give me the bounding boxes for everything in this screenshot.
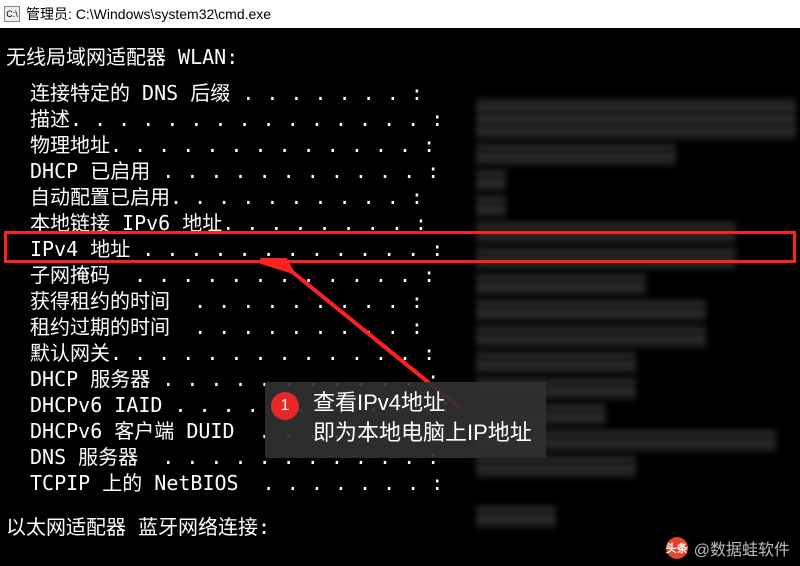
cfg-netbios: TCPIP 上的 NetBIOS . . . . . . . : <box>6 470 794 496</box>
watermark-text: @数据蛙软件 <box>694 536 790 560</box>
terminal-output: 无线局域网适配器 WLAN: 连接特定的 DNS 后缀 . . . . . . … <box>0 28 800 554</box>
cfg-ipv4-address: IPv4 地址 . . . . . . . . . . . . : <box>6 236 794 262</box>
cfg-dhcpv6-duid: DHCPv6 客户端 DUID . . . . . . . : <box>6 418 794 444</box>
cfg-default-gateway: 默认网关. . . . . . . . . . . . . : <box>6 340 794 366</box>
cfg-autoconfig-enabled: 自动配置已启用. . . . . . . . . . : <box>6 184 794 210</box>
cfg-dns-suffix: 连接特定的 DNS 后缀 . . . . . . . : <box>6 80 794 106</box>
cfg-description: 描述. . . . . . . . . . . . . . . : <box>6 106 794 132</box>
window-title-bar: C:\ 管理员: C:\Windows\system32\cmd.exe <box>0 0 800 28</box>
cfg-physical-address: 物理地址. . . . . . . . . . . . . : <box>6 132 794 158</box>
cfg-dhcp-enabled: DHCP 已启用 . . . . . . . . . . . : <box>6 158 794 184</box>
cfg-subnet-mask: 子网掩码 . . . . . . . . . . . . : <box>6 262 794 288</box>
watermark: 头条 @数据蛙软件 <box>666 536 790 560</box>
cfg-lease-expires: 租约过期的时间 . . . . . . . . . : <box>6 314 794 340</box>
adapter-header: 无线局域网适配器 WLAN: <box>6 44 794 70</box>
cfg-dns-servers: DNS 服务器 . . . . . . . . . . . : <box>6 444 794 470</box>
window-title: 管理员: C:\Windows\system32\cmd.exe <box>26 4 271 24</box>
cfg-link-local-ipv6: 本地链接 IPv6 地址. . . . . . . . : <box>6 210 794 236</box>
cfg-dhcp-server: DHCP 服务器 . . . . . . . . . . . : <box>6 366 794 392</box>
cmd-icon: C:\ <box>4 6 20 22</box>
toutiao-logo-icon: 头条 <box>666 537 688 559</box>
cfg-lease-obtained: 获得租约的时间 . . . . . . . . . : <box>6 288 794 314</box>
cfg-dhcpv6-iaid: DHCPv6 IAID . . . . . . . . . . . : <box>6 392 794 418</box>
